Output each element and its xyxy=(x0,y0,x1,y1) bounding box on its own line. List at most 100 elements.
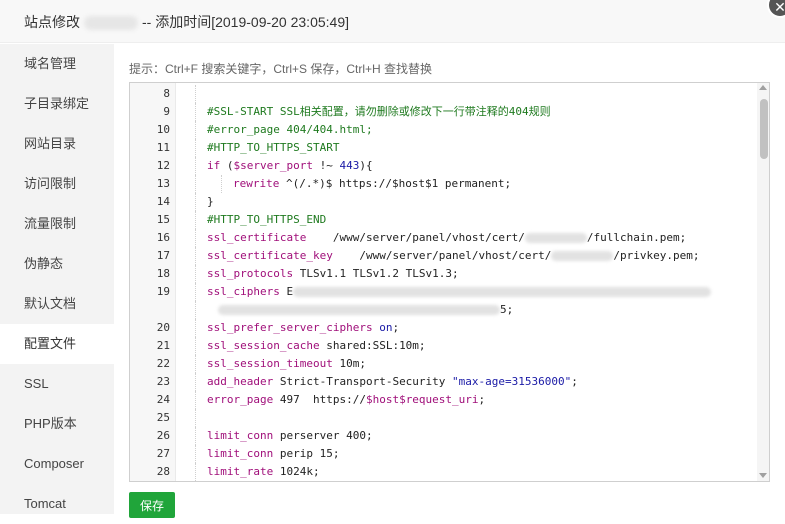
code-line[interactable]: 18 ssl_protocols TLSv1.1 TLSv1.2 TLSv1.3; xyxy=(130,265,755,283)
code-token: #SSL-START SSL相关配置，请勿删除或修改下一行带注释的404规则 xyxy=(207,105,551,118)
code-line[interactable]: 16 ssl_certificate /www/server/panel/vhos… xyxy=(130,229,755,247)
line-number: 13 xyxy=(156,177,170,190)
dialog-titlebar[interactable]: 站点修改 -- 添加时间[2019-09-20 23:05:49] ✕ xyxy=(0,0,785,43)
sidebar-item[interactable]: 域名管理 xyxy=(0,44,114,84)
code-line[interactable]: 10 #error_page 404/404.html; xyxy=(130,121,755,139)
code-token: ^(/.*)$ https://$host$1 permanent; xyxy=(279,177,512,190)
site-edit-dialog: 站点修改 -- 添加时间[2019-09-20 23:05:49] ✕ 域名管理子… xyxy=(0,0,785,518)
code-token: ){ xyxy=(359,159,373,172)
code-token: ; xyxy=(478,393,486,406)
code-token: E xyxy=(279,285,294,298)
code-token: #HTTP_TO_HTTPS_START xyxy=(207,141,340,154)
code-token: ssl_session_timeout xyxy=(207,357,333,370)
line-number: 21 xyxy=(156,339,170,352)
code-text: } xyxy=(207,193,214,211)
code-token: 10m; xyxy=(332,357,366,370)
code-token: perserver 400; xyxy=(273,429,373,442)
code-text: ssl_protocols TLSv1.1 TLSv1.2 TLSv1.3; xyxy=(207,265,459,283)
indent-guide xyxy=(195,103,196,121)
save-button[interactable]: 保存 xyxy=(129,492,175,518)
code-line[interactable]: 5; xyxy=(130,301,755,319)
code-token: limit_conn xyxy=(207,429,274,442)
close-icon[interactable]: ✕ xyxy=(767,0,785,18)
code-line[interactable]: 13 rewrite ^(/.*)$ https://$host$1 perman… xyxy=(130,175,755,193)
scrollbar-thumb[interactable] xyxy=(760,99,768,159)
config-editor[interactable]: 8 9 #SSL-START SSL相关配置，请勿删除或修改下一行带注释的404规则… xyxy=(129,82,770,482)
indent-guide xyxy=(195,463,196,481)
redacted-text xyxy=(524,233,587,243)
indent-guide xyxy=(195,391,196,409)
code-line[interactable]: 21 ssl_session_cache shared:SSL:10m; xyxy=(130,337,755,355)
indent-guide xyxy=(195,229,196,247)
code-token: shared:SSL:10m; xyxy=(319,339,426,352)
code-text: #HTTP_TO_HTTPS_END xyxy=(207,211,326,229)
sidebar-item[interactable]: PHP版本 xyxy=(0,404,114,444)
code-token: $host$request_uri xyxy=(365,393,479,406)
code-line[interactable]: 15 #HTTP_TO_HTTPS_END xyxy=(130,211,755,229)
code-line[interactable]: 24 error_page 497 https://$host$request_u… xyxy=(130,391,755,409)
code-token: add_header xyxy=(207,375,274,388)
line-number: 25 xyxy=(156,411,170,424)
code-token: /www/server/panel/vhost/cert/ xyxy=(332,249,552,262)
line-number: 23 xyxy=(156,375,170,388)
code-token: ssl_certificate_key xyxy=(207,249,333,262)
code-token: ssl_ciphers xyxy=(207,285,280,298)
code-token: ssl_prefer_server_ciphers xyxy=(207,321,373,334)
line-number: 9 xyxy=(163,105,170,118)
line-number: 15 xyxy=(156,213,170,226)
sidebar-item[interactable]: 配置文件 xyxy=(0,324,114,364)
code-line[interactable]: 11 #HTTP_TO_HTTPS_START xyxy=(130,139,755,157)
code-line[interactable]: 12 if ($server_port !~ 443){ xyxy=(130,157,755,175)
code-token: 5; xyxy=(500,303,514,316)
code-token: rewrite xyxy=(233,177,280,190)
indent-guide xyxy=(195,409,196,427)
code-line[interactable]: 28 limit_rate 1024k; xyxy=(130,463,755,481)
code-token: /privkey.pem; xyxy=(613,249,700,262)
code-text: #error_page 404/404.html; xyxy=(207,121,373,139)
line-number: 17 xyxy=(156,249,170,262)
code-line[interactable]: 8 xyxy=(130,85,755,103)
scroll-up-icon[interactable] xyxy=(759,85,767,90)
indent-guide xyxy=(195,427,196,445)
code-line[interactable]: 22 ssl_session_timeout 10m; xyxy=(130,355,755,373)
code-line[interactable]: 17 ssl_certificate_key /www/server/panel/… xyxy=(130,247,755,265)
code-token: #error_page 404/404.html; xyxy=(207,123,373,136)
code-token: limit_rate xyxy=(207,465,274,478)
sidebar-item[interactable]: 默认文档 xyxy=(0,284,114,324)
code-line[interactable]: 23 add_header Strict-Transport-Security "… xyxy=(130,373,755,391)
scroll-down-icon[interactable] xyxy=(759,473,767,478)
code-line[interactable]: 20 ssl_prefer_server_ciphers on; xyxy=(130,319,755,337)
code-text: #HTTP_TO_HTTPS_START xyxy=(207,139,339,157)
indent-guide xyxy=(195,319,196,337)
code-line[interactable]: 25 xyxy=(130,409,755,427)
indent-guide xyxy=(195,121,196,139)
code-line[interactable]: 9 #SSL-START SSL相关配置，请勿删除或修改下一行带注释的404规则 xyxy=(130,103,755,121)
code-line[interactable]: 19 ssl_ciphers E xyxy=(130,283,755,301)
code-token: limit_conn xyxy=(207,447,274,460)
sidebar-item[interactable]: 子目录绑定 xyxy=(0,84,114,124)
line-number: 28 xyxy=(156,465,170,478)
code-token: "max-age=31536000" xyxy=(452,375,572,388)
code-line[interactable]: 27 limit_conn perip 15; xyxy=(130,445,755,463)
sidebar-item[interactable]: 流量限制 xyxy=(0,204,114,244)
sidebar: 域名管理 子目录绑定 网站目录 访问限制 流量限制 伪静态 默认文档 配置文件 SSL PHP版本… xyxy=(0,44,114,514)
indent-guide xyxy=(195,85,196,103)
code-token: if xyxy=(207,159,221,172)
sidebar-item[interactable]: 伪静态 xyxy=(0,244,114,284)
code-line[interactable]: 14} xyxy=(130,193,755,211)
sidebar-item[interactable]: Composer xyxy=(0,444,114,484)
code-token: ; xyxy=(392,321,400,334)
code-token: /fullchain.pem; xyxy=(586,231,687,244)
code-text: ssl_certificate_key /www/server/panel/vh… xyxy=(207,247,699,265)
indent-guide xyxy=(195,445,196,463)
sidebar-item[interactable]: 网站目录 xyxy=(0,124,114,164)
sidebar-item[interactable]: Tomcat xyxy=(0,484,114,524)
code-line[interactable]: 26 limit_conn perserver 400; xyxy=(130,427,755,445)
code-text: ssl_session_cache shared:SSL:10m; xyxy=(207,337,426,355)
sidebar-item[interactable]: SSL xyxy=(0,364,114,404)
sidebar-item[interactable]: 访问限制 xyxy=(0,164,114,204)
code-text: add_header Strict-Transport-Security "ma… xyxy=(207,373,578,391)
redacted-text xyxy=(551,251,614,261)
code-token: 497 https:// xyxy=(273,393,366,406)
indent-guide xyxy=(195,193,196,211)
